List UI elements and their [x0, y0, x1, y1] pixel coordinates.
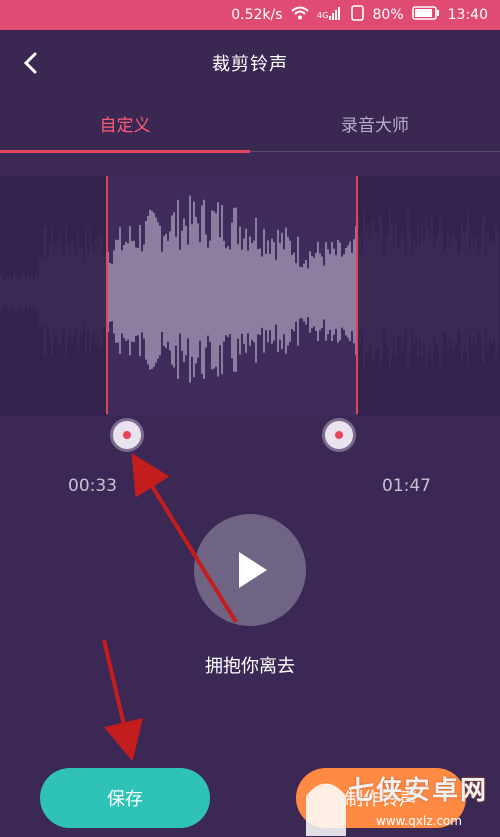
svg-text:4G: 4G [317, 11, 328, 20]
song-title: 拥抱你离去 [205, 656, 295, 677]
page-title: 裁剪铃声 [212, 54, 288, 75]
trim-start-handle[interactable] [110, 418, 144, 452]
chevron-left-icon [23, 52, 37, 74]
clock: 13:40 [447, 7, 488, 23]
handle-dot [335, 431, 343, 439]
active-tab-indicator [0, 150, 250, 153]
signal-icon: 4G [317, 6, 343, 24]
save-button[interactable]: 保存 [40, 768, 210, 828]
tab-recording-master[interactable]: 录音大师 [250, 96, 500, 150]
sim-icon [350, 5, 365, 25]
tab-divider [250, 151, 500, 152]
handle-dot [123, 431, 131, 439]
wifi-icon [290, 6, 309, 24]
trimmed-left-region [0, 176, 107, 416]
tab-bar: 自定义 录音大师 [0, 96, 500, 152]
trimmed-right-region [358, 176, 500, 416]
play-icon [239, 552, 267, 588]
back-button[interactable] [18, 49, 46, 77]
end-time: 01:47 [382, 476, 431, 496]
network-speed: 0.52k/s [231, 7, 283, 23]
play-button[interactable] [194, 514, 306, 626]
header: 裁剪铃声 [0, 30, 500, 96]
battery-icon [411, 6, 440, 24]
status-bar: 0.52k/s 4G 80% 13:40 [0, 0, 500, 30]
trim-end-line [356, 176, 358, 414]
start-time: 00:33 [68, 476, 117, 496]
waveform-area[interactable] [0, 176, 500, 416]
make-ringtone-button[interactable]: 制作铃声 [296, 768, 466, 828]
tab-custom[interactable]: 自定义 [0, 96, 250, 150]
trim-start-line [106, 176, 108, 414]
trim-end-handle[interactable] [322, 418, 356, 452]
battery-percent: 80% [372, 7, 404, 23]
